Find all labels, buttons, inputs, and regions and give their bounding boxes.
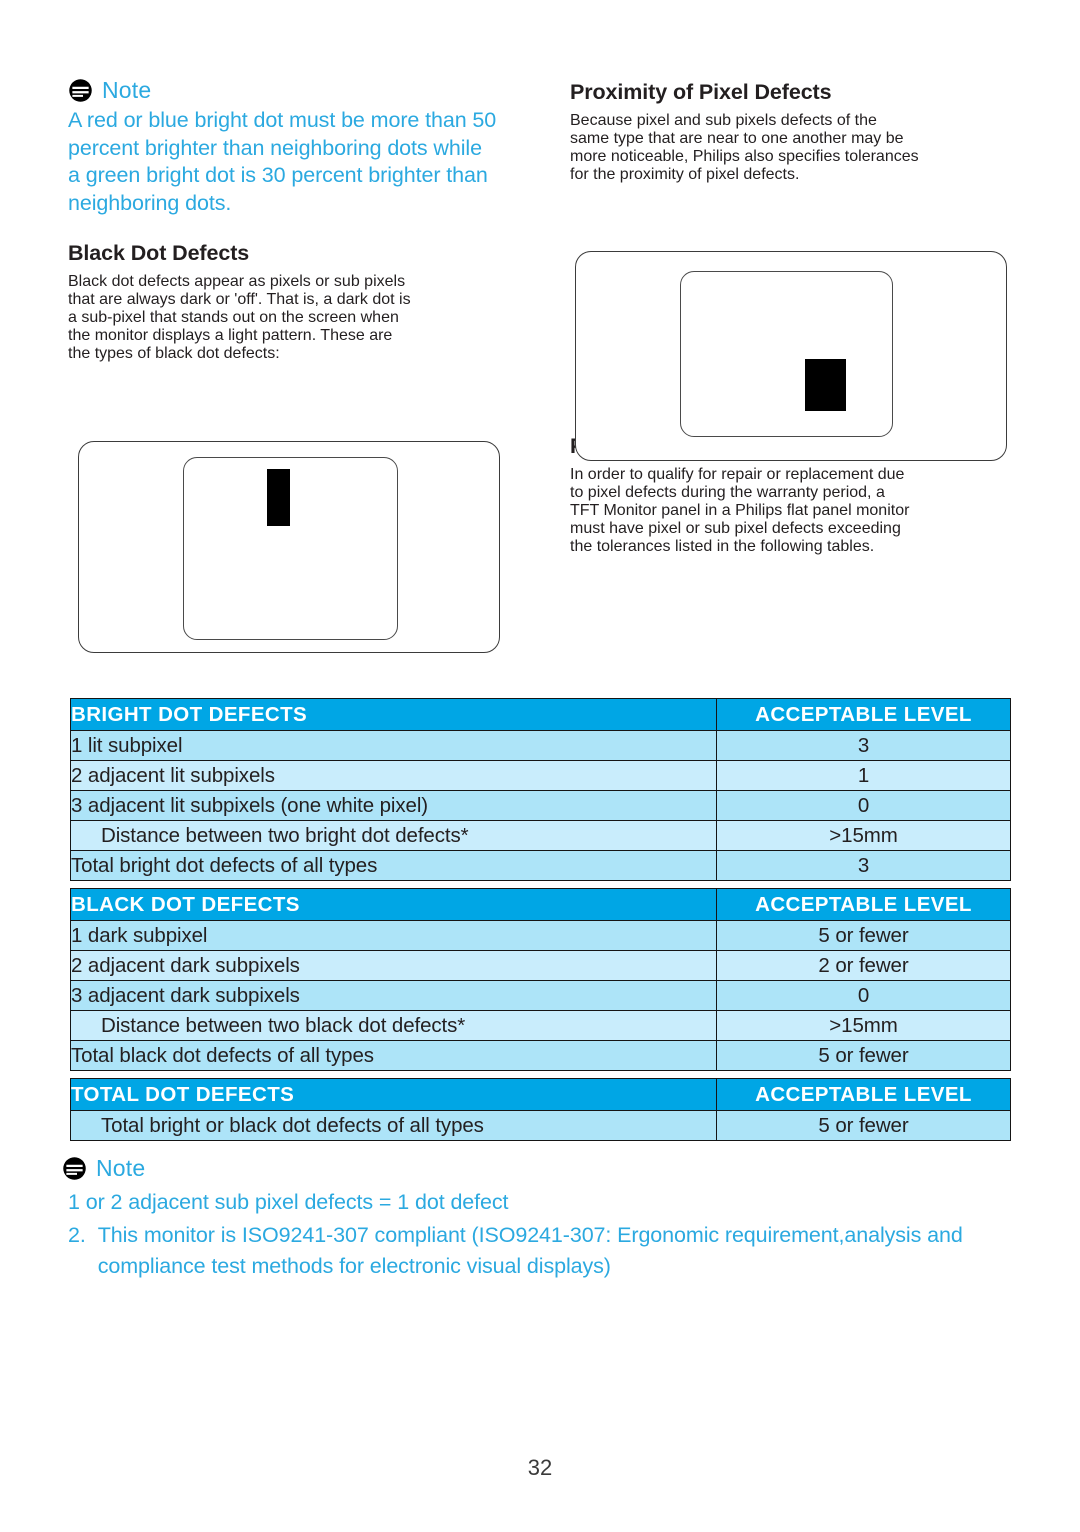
note-bottom-item-2-text: This monitor is ISO9241-307 compliant (I… (98, 1220, 963, 1282)
heading-proximity-of-pixel-defects: Proximity of Pixel Defects (570, 80, 832, 104)
table-header-acceptable-level: ACCEPTABLE LEVEL (716, 698, 1011, 731)
table-header-row: TOTAL DOT DEFECTS ACCEPTABLE LEVEL (70, 1078, 1011, 1111)
tolerances-line-3: TFT Monitor panel in a Philips flat pane… (570, 502, 910, 519)
table-header-acceptable-level: ACCEPTABLE LEVEL (716, 888, 1011, 921)
proximity-line-1: Because pixel and sub pixels defects of … (570, 112, 877, 129)
table-header-row: BRIGHT DOT DEFECTS ACCEPTABLE LEVEL (70, 698, 1011, 731)
proximity-line-4: for the proximity of pixel defects. (570, 166, 800, 183)
table-row: Total bright dot defects of all types 3 (70, 850, 1011, 881)
row-value: 0 (716, 980, 1011, 1011)
left-column: Note A red or blue bright dot must be mo… (68, 78, 508, 379)
note-bottom-item-2-line-2: compliance test methods for electronic v… (97, 1254, 611, 1278)
note-bottom-line-1: 1 or 2 adjacent sub pixel defects = 1 do… (68, 1190, 509, 1214)
black-dot-line-3: a sub-pixel that stands out on the scree… (68, 309, 399, 326)
table-header-category: BLACK DOT DEFECTS (70, 888, 717, 921)
row-value: 3 (716, 730, 1011, 761)
note-bottom-item-2: 2. This monitor is ISO9241-307 compliant… (68, 1220, 1022, 1282)
row-value: 5 or fewer (716, 1110, 1011, 1141)
proximity-line-2: same type that are near to one another m… (570, 130, 904, 147)
tolerances-line-5: the tolerances listed in the following t… (570, 538, 875, 555)
row-label: Distance between two black dot defects* (70, 1010, 717, 1041)
row-label: 2 adjacent dark subpixels (70, 950, 717, 981)
black-dot-line-4: the monitor displays a light pattern. Th… (68, 327, 393, 344)
table-row: Total bright or black dot defects of all… (70, 1110, 1011, 1141)
row-label: Total bright dot defects of all types (70, 850, 717, 881)
table-row: 3 adjacent lit subpixels (one white pixe… (70, 790, 1011, 821)
row-value: >15mm (716, 820, 1011, 851)
row-label: Total bright or black dot defects of all… (70, 1110, 717, 1141)
note-body-top: A red or blue bright dot must be more th… (68, 107, 508, 217)
tolerances-line-2: to pixel defects during the warranty per… (570, 484, 885, 501)
table-row: Distance between two bright dot defects*… (70, 820, 1011, 851)
tolerances-line-4: must have pixel or sub pixel defects exc… (570, 520, 901, 537)
pixel-defect-proximity-illustration (575, 251, 1007, 461)
black-dot-line-2: that are always dark or 'off'. That is, … (68, 291, 411, 308)
table-row: 1 lit subpixel 3 (70, 730, 1011, 761)
note-top-line-4: neighboring dots. (68, 190, 232, 215)
illustration-inner-panel (183, 457, 398, 640)
row-label: 1 dark subpixel (70, 920, 717, 951)
note-icon (69, 79, 92, 102)
tolerances-line-1: In order to qualify for repair or replac… (570, 466, 905, 483)
note-header-bottom: Note (62, 1156, 1022, 1181)
proximity-line-3: more noticeable, Philips also specifies … (570, 148, 919, 165)
table-black-dot-defects: BLACK DOT DEFECTS ACCEPTABLE LEVEL 1 dar… (70, 888, 1011, 1071)
note-top-line-3: a green bright dot is 30 percent brighte… (68, 163, 488, 187)
row-value: >15mm (716, 1010, 1011, 1041)
black-dot-line-5: the types of black dot defects: (68, 345, 280, 362)
table-header-acceptable-level: ACCEPTABLE LEVEL (716, 1078, 1011, 1111)
table-total-dot-defects: TOTAL DOT DEFECTS ACCEPTABLE LEVEL Total… (70, 1078, 1011, 1141)
row-label: 2 adjacent lit subpixels (70, 760, 717, 791)
row-label: 3 adjacent lit subpixels (one white pixe… (70, 790, 717, 821)
table-row: 2 adjacent lit subpixels 1 (70, 760, 1011, 791)
note-label-top: Note (102, 77, 152, 103)
table-row: 1 dark subpixel 5 or fewer (70, 920, 1011, 951)
row-value: 3 (716, 850, 1011, 881)
row-value: 5 or fewer (716, 920, 1011, 951)
note-top-line-2: percent brighter than neighboring dots w… (68, 135, 482, 160)
table-row: Total black dot defects of all types 5 o… (70, 1040, 1011, 1071)
table-header-row: BLACK DOT DEFECTS ACCEPTABLE LEVEL (70, 888, 1011, 921)
row-label: 3 adjacent dark subpixels (70, 980, 717, 1011)
row-label: 1 lit subpixel (70, 730, 717, 761)
row-value: 2 or fewer (716, 950, 1011, 981)
row-label: Distance between two bright dot defects* (70, 820, 717, 851)
table-bright-dot-defects: BRIGHT DOT DEFECTS ACCEPTABLE LEVEL 1 li… (70, 698, 1011, 881)
note-icon (63, 1157, 86, 1180)
row-label: Total black dot defects of all types (70, 1040, 717, 1071)
black-dot-line-1: Black dot defects appear as pixels or su… (68, 273, 406, 290)
illustration-inner-panel (680, 271, 893, 437)
table-row: 2 adjacent dark subpixels 2 or fewer (70, 950, 1011, 981)
heading-black-dot-defects: Black Dot Defects (68, 241, 250, 265)
illustration-black-dot (805, 359, 846, 411)
note-bottom-item-2-line-1: This monitor is ISO9241-307 compliant (I… (97, 1223, 963, 1247)
page-number: 32 (527, 1455, 553, 1480)
table-header-category: TOTAL DOT DEFECTS (70, 1078, 717, 1111)
table-row: Distance between two black dot defects* … (70, 1010, 1011, 1041)
note-bottom: Note 1 or 2 adjacent sub pixel defects =… (62, 1156, 1022, 1282)
illustration-black-dot (267, 469, 290, 526)
row-value: 5 or fewer (716, 1040, 1011, 1071)
note-top-line-1: A red or blue bright dot must be more th… (68, 108, 497, 132)
dot-defect-tables: BRIGHT DOT DEFECTS ACCEPTABLE LEVEL 1 li… (70, 698, 1011, 1143)
note-header-top: Note (68, 78, 508, 103)
note-label-bottom: Note (96, 1155, 146, 1181)
table-row: 3 adjacent dark subpixels 0 (70, 980, 1011, 1011)
table-header-category: BRIGHT DOT DEFECTS (70, 698, 717, 731)
row-value: 1 (716, 760, 1011, 791)
black-dot-defect-illustration (78, 441, 500, 653)
row-value: 0 (716, 790, 1011, 821)
note-bottom-item-2-number: 2. (68, 1223, 86, 1247)
